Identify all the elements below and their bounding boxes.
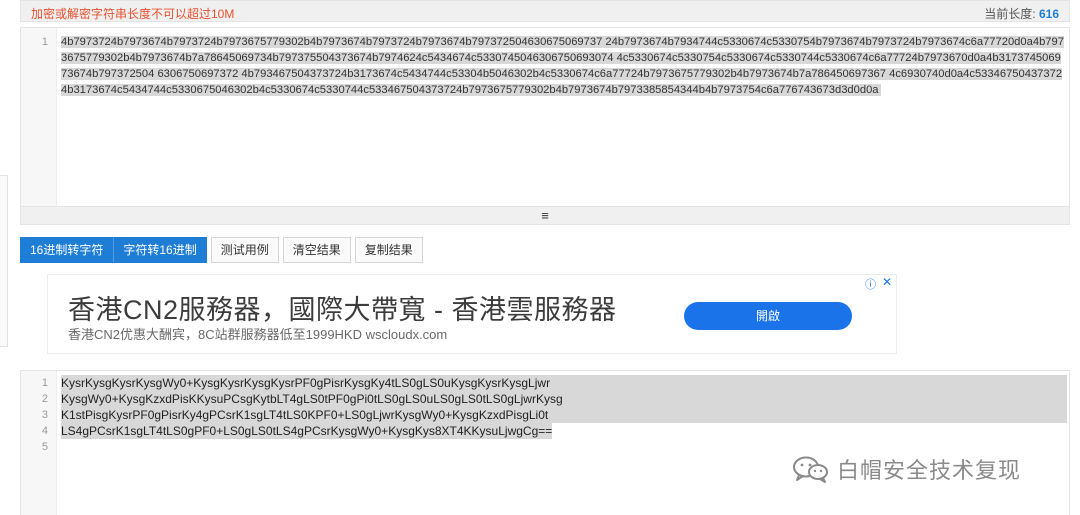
line-number: 2 <box>41 393 48 405</box>
ad-banner[interactable]: 香港CN2服務器，國際大帶寬 - 香港雲服務器 香港CN2优惠大酬宾，8C站群服… <box>47 274 897 354</box>
output-line[interactable]: K1stPisgKysrPF0gPisrKy4gPCsrK1sgLT4tLS0K… <box>61 407 1067 423</box>
current-length-label: 当前长度: <box>984 7 1036 21</box>
copy-result-button[interactable]: 复制结果 <box>354 237 423 263</box>
ad-open-button[interactable]: 開啟 <box>684 302 852 330</box>
editor-resize-handle[interactable]: ≡ <box>20 207 1070 225</box>
line-number: 1 <box>41 377 48 389</box>
input-gutter: 1 <box>21 28 57 206</box>
line-number: 3 <box>41 409 48 421</box>
string-to-hex-button[interactable]: 字符转16进制 <box>113 237 207 263</box>
hex-to-string-button[interactable]: 16进制转字符 <box>20 237 114 263</box>
ad-title[interactable]: 香港CN2服務器，國際大帶寬 - 香港雲服務器 <box>68 288 617 327</box>
wechat-icon <box>793 456 828 483</box>
clear-result-button[interactable]: 清空结果 <box>282 237 351 263</box>
input-text-area[interactable]: 4b7973724b7973674b7973724b7973675779302b… <box>61 34 1067 98</box>
input-editor[interactable]: 1 4b7973724b7973674b7973724b797367577930… <box>20 27 1070 207</box>
watermark: 白帽安全技术复现 <box>791 453 1021 485</box>
line-number: 1 <box>41 36 48 48</box>
ad-subtitle[interactable]: 香港CN2优惠大酬宾，8C站群服務器低至1999HKD wscloudx.com <box>68 324 447 343</box>
hex-input-text[interactable]: 4b7973724b7973674b7973724b7973675779302b… <box>61 36 1064 96</box>
output-gutter: 1 2 3 4 5 <box>21 371 57 515</box>
output-line[interactable]: LS4gPCsrK1sgLT4tLS0gPF0+LS0gLS0tLS4gPCsr… <box>61 423 553 439</box>
line-number: 5 <box>41 441 48 453</box>
output-editor[interactable]: 1 2 3 4 5 KysrKysgKysrKysgWy0+KysgKysrKy… <box>20 370 1070 515</box>
current-length: 当前长度: 616 <box>984 5 1059 22</box>
drag-handle-icon[interactable]: ≡ <box>541 207 549 225</box>
side-panel-edge <box>0 175 8 347</box>
status-bar: 加密或解密字符串长度不可以超过10M 当前长度: 616 <box>20 0 1070 22</box>
length-warning: 加密或解密字符串长度不可以超过10M <box>31 7 235 21</box>
output-text-area[interactable]: KysrKysgKysrKysgWy0+KysgKysrKysgKysrPF0g… <box>61 375 1067 455</box>
output-line[interactable]: KysgWy0+KysgKzxdPisKKysuPCsgKytbLT4gLS0t… <box>61 391 1067 407</box>
watermark-text: 白帽安全技术复现 <box>837 458 1022 483</box>
test-case-button[interactable]: 测试用例 <box>210 237 279 263</box>
ad-info-icon[interactable]: ⓘ <box>865 276 876 292</box>
line-number: 4 <box>41 425 48 437</box>
output-line[interactable]: KysrKysgKysrKysgWy0+KysgKysrKysgKysrPF0g… <box>61 375 1067 391</box>
action-toolbar: 16进制转字符 字符转16进制 测试用例 清空结果 复制结果 <box>20 237 427 265</box>
ad-close-icon[interactable]: ✕ <box>882 275 892 289</box>
current-length-value: 616 <box>1038 7 1059 21</box>
